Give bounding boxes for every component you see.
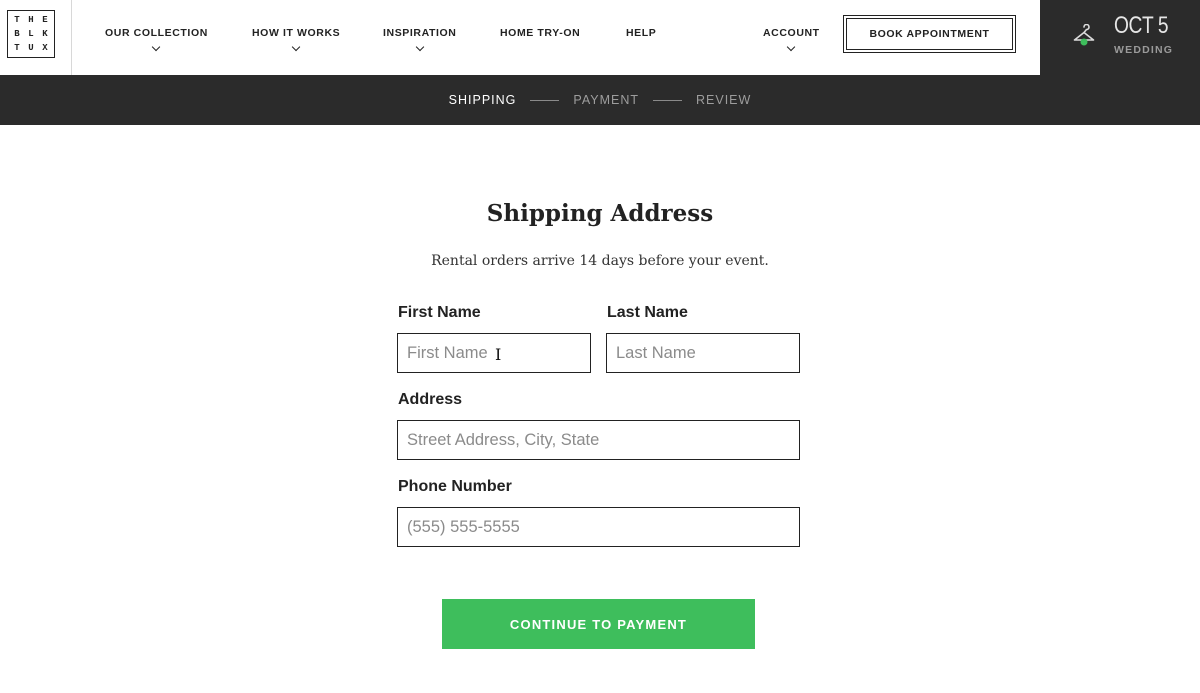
step-divider bbox=[530, 99, 560, 101]
address-input[interactable] bbox=[397, 420, 800, 460]
nav-help[interactable]: Help bbox=[626, 27, 656, 39]
logo-letter: H bbox=[28, 14, 34, 25]
nav-our-collection-label: Our Collection bbox=[105, 27, 208, 39]
event-date: OCT 5 bbox=[1114, 12, 1169, 39]
logo-letter: L bbox=[28, 28, 34, 39]
nav-help-label: Help bbox=[626, 27, 657, 39]
logo-letter: B bbox=[14, 28, 20, 39]
step-shipping: Shipping bbox=[448, 93, 517, 107]
first-name-input[interactable] bbox=[397, 333, 591, 373]
chevron-down-icon bbox=[787, 42, 796, 52]
checkout-steps: Shipping Payment Review bbox=[0, 75, 1200, 125]
event-status-dot bbox=[1080, 38, 1088, 46]
text-cursor-icon: I bbox=[495, 345, 502, 364]
nav-inspiration-label: Inspiration bbox=[383, 27, 457, 39]
nav-how-it-works[interactable]: How It Works bbox=[252, 27, 341, 52]
nav-how-it-works-label: How It Works bbox=[252, 27, 341, 39]
phone-number-input[interactable] bbox=[397, 507, 800, 547]
logo-letter: T bbox=[14, 42, 20, 53]
logo-letter: U bbox=[28, 42, 34, 53]
brand-logo[interactable]: T H E B L K T U X bbox=[7, 10, 55, 58]
chevron-down-icon bbox=[152, 42, 161, 52]
logo-letter: X bbox=[42, 42, 48, 53]
phone-number-label: Phone Number bbox=[398, 478, 512, 495]
event-type: Wedding bbox=[1114, 44, 1174, 56]
nav-home-try-on[interactable]: Home Try-On bbox=[500, 27, 580, 39]
top-navigation: T H E B L K T U X Our Collection How It … bbox=[0, 0, 1040, 75]
nav-our-collection[interactable]: Our Collection bbox=[105, 27, 208, 52]
nav-inspiration[interactable]: Inspiration bbox=[383, 27, 457, 52]
first-name-label: First Name bbox=[398, 304, 481, 321]
last-name-input[interactable] bbox=[606, 333, 800, 373]
chevron-down-icon bbox=[291, 42, 301, 52]
logo-container[interactable]: T H E B L K T U X bbox=[0, 0, 72, 75]
hanger-icon bbox=[1073, 24, 1095, 46]
nav-account-label: Account bbox=[763, 27, 820, 39]
nav-account[interactable]: Account bbox=[763, 27, 820, 52]
address-label: Address bbox=[398, 391, 463, 408]
page-title: Shipping Address bbox=[486, 200, 714, 227]
nav-home-try-on-label: Home Try-On bbox=[500, 27, 581, 39]
book-appointment-button[interactable]: Book Appointment bbox=[843, 15, 1016, 53]
logo-letter: T bbox=[14, 14, 20, 25]
logo-letter: K bbox=[42, 28, 48, 39]
continue-to-payment-button[interactable]: Continue to Payment bbox=[442, 599, 755, 649]
event-panel[interactable]: OCT 5 Wedding bbox=[1040, 0, 1200, 75]
step-payment: Payment bbox=[573, 93, 639, 107]
page-subtitle: Rental orders arrive 14 days before your… bbox=[431, 253, 769, 269]
step-divider bbox=[653, 99, 682, 101]
last-name-label: Last Name bbox=[607, 304, 688, 321]
logo-letter: E bbox=[42, 14, 48, 25]
step-review: Review bbox=[696, 93, 752, 107]
chevron-down-icon bbox=[415, 42, 424, 52]
